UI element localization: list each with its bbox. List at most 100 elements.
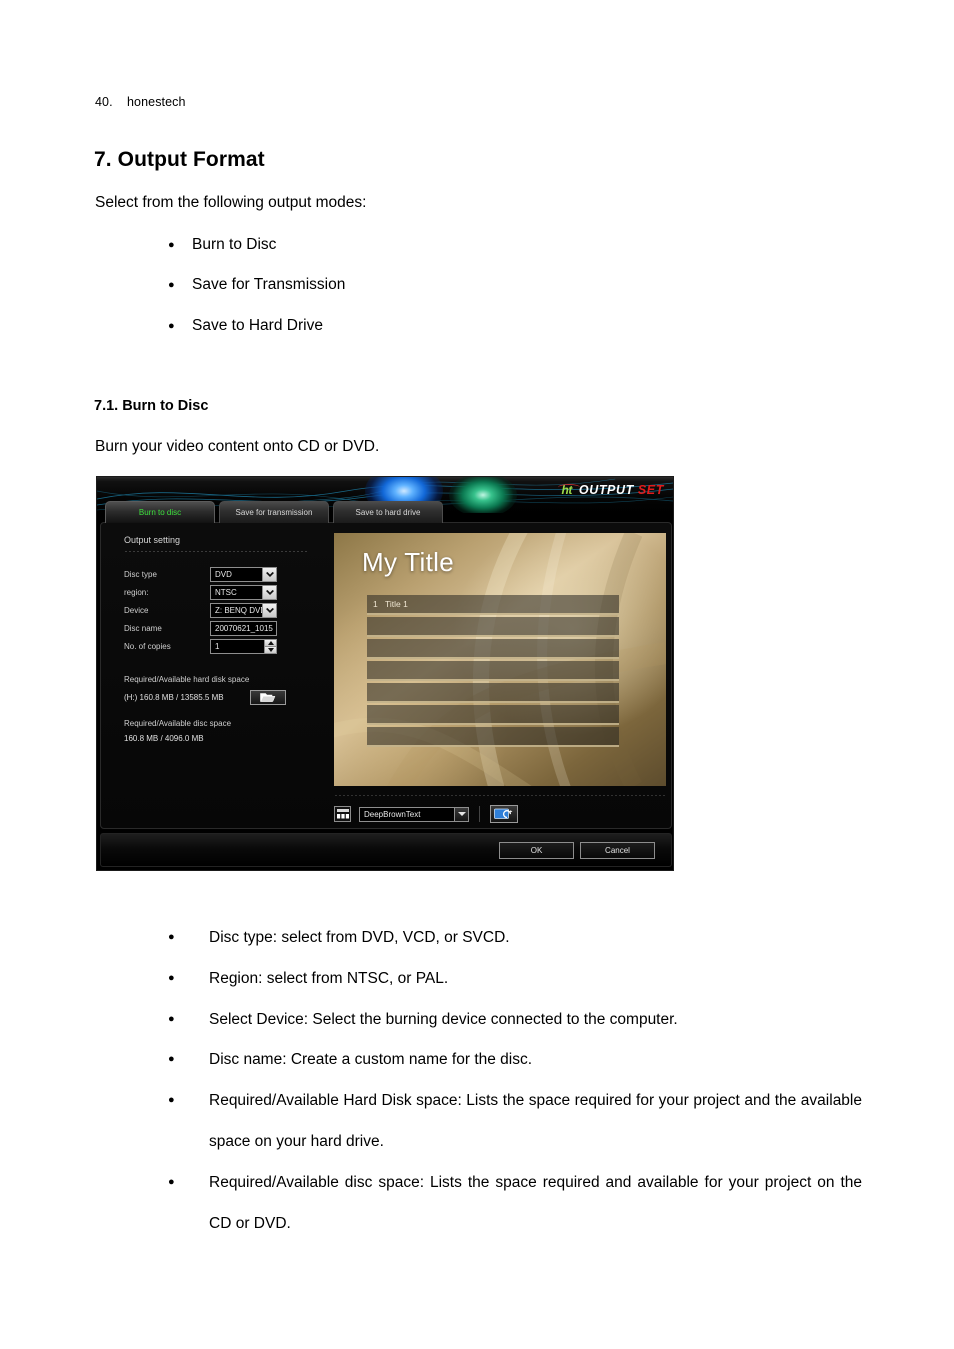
output-settings-form: Disc type DVD region: NTSC Device Z: BEN… [124, 567, 324, 657]
tab-save-to-hard-drive[interactable]: Save to hard drive [333, 501, 443, 523]
theme-value: DeepBrownText [364, 809, 421, 819]
dialog-footer: OK Cancel [100, 833, 672, 867]
app-logo: ht OUTPUT SET [557, 483, 664, 497]
bullet-icon: ● [168, 1013, 175, 1025]
bullet-icon: ● [168, 1176, 175, 1188]
list-item-label: Region: select from NTSC, or PAL. [209, 970, 449, 987]
list-item-label: Required/Available disc space: Lists the… [209, 1174, 862, 1232]
list-item: ● Save to Hard Drive [168, 316, 323, 337]
bullet-icon: ● [168, 320, 175, 332]
list-item: ● Required/Available disc space: Lists t… [168, 1162, 862, 1244]
tab-save-for-transmission[interactable]: Save for transmission [219, 501, 329, 523]
list-item: ● Burn to Disc [168, 235, 276, 256]
field-value: 20070621_1015 [215, 624, 273, 633]
hard-disk-space-value: (H:) 160.8 MB / 13585.5 MB [124, 693, 224, 702]
list-item-label: Select Device: Select the burning device… [209, 1011, 678, 1028]
device-dropdown[interactable]: Z: BENQ DVD D [210, 603, 277, 618]
ht-logo-mark: ht [557, 483, 580, 497]
list-item-label: Required/Available Hard Disk space: List… [209, 1092, 862, 1150]
field-label: No. of copies [124, 642, 171, 651]
grid-layout-button[interactable] [334, 806, 351, 822]
field-disc-type: Disc type DVD [124, 567, 324, 584]
tab-bar: Burn to disc Save for transmission Save … [105, 501, 443, 523]
list-item-label: Burn to Disc [192, 236, 277, 253]
chevron-down-icon[interactable] [262, 568, 276, 581]
region-dropdown[interactable]: NTSC [210, 585, 277, 600]
list-item-label: Save for Transmission [192, 276, 346, 293]
section-intro: Select from the following output modes: [95, 194, 367, 211]
chevron-down-icon[interactable] [265, 647, 276, 653]
subsection-intro: Burn your video content onto CD or DVD. [95, 438, 380, 455]
bullet-icon: ● [168, 1094, 175, 1106]
cancel-button[interactable]: Cancel [580, 841, 655, 859]
theme-dropdown[interactable]: DeepBrownText [359, 806, 469, 822]
menu-row[interactable] [367, 705, 619, 725]
menu-row[interactable] [367, 661, 619, 681]
chevron-down-icon[interactable] [454, 807, 468, 821]
field-value: 1 [215, 642, 220, 651]
menu-row[interactable] [367, 683, 619, 703]
list-item-label: Disc name: Create a custom name for the … [209, 1051, 533, 1068]
preview-toolbar: DeepBrownText [334, 805, 518, 823]
space-info-block: Required/Available hard disk space (H:) … [124, 675, 364, 743]
hard-disk-space-label: Required/Available hard disk space [124, 675, 250, 684]
chevron-down-icon[interactable] [262, 604, 276, 617]
bullet-icon: ● [168, 279, 175, 291]
menu-row[interactable] [367, 617, 619, 637]
field-label: region: [124, 588, 149, 597]
logo-word-output: OUTPUT [578, 483, 634, 497]
subsection-heading: 7.1. Burn to Disc [94, 398, 209, 414]
document-page: 40. honestech 7. Output Format Select fro… [0, 0, 954, 1349]
disc-space-label: Required/Available disc space [124, 719, 232, 728]
preview-menu-list: 1 Title 1 [367, 595, 619, 749]
list-item: ● Region: select from NTSC, or PAL. [168, 958, 862, 999]
page-number: 40. [95, 95, 113, 109]
field-value: DVD [215, 570, 232, 579]
field-label: Disc name [124, 624, 162, 633]
menu-row-label: Title 1 [385, 599, 408, 609]
disc-type-dropdown[interactable]: DVD [210, 567, 277, 582]
output-setting-title: Output setting [124, 535, 181, 545]
brand-name: honestech [127, 95, 186, 109]
preview-title: My Title [362, 547, 454, 577]
field-label: Disc type [124, 570, 157, 579]
application-screenshot: ht OUTPUT SET Burn to disc Save for tran… [96, 476, 674, 871]
section-heading: 7. Output Format [94, 148, 265, 171]
field-label: Device [124, 606, 149, 615]
grid-layout-icon [336, 809, 349, 819]
chevron-up-icon[interactable] [265, 640, 276, 647]
field-value: NTSC [215, 588, 237, 597]
list-item: ● Disc name: Create a custom name for th… [168, 1039, 862, 1080]
bullet-icon: ● [168, 972, 175, 984]
field-value: Z: BENQ DVD D [215, 606, 262, 615]
divider [124, 551, 309, 552]
menu-row-number: 1 [373, 599, 378, 609]
bullet-icon: ● [168, 239, 175, 251]
list-item-label: Save to Hard Drive [192, 317, 323, 334]
list-item: ● Select Device: Select the burning devi… [168, 999, 862, 1040]
bullet-icon: ● [168, 931, 175, 943]
disc-name-input[interactable]: 20070621_1015 [210, 621, 277, 636]
ok-button[interactable]: OK [499, 841, 574, 859]
list-item: ● Required/Available Hard Disk space: Li… [168, 1080, 862, 1162]
copies-stepper[interactable]: 1 [210, 639, 277, 654]
list-item-label: Disc type: select from DVD, VCD, or SVCD… [209, 929, 510, 946]
divider [334, 795, 666, 796]
disc-space-value: 160.8 MB / 4096.0 MB [124, 734, 204, 743]
menu-preview[interactable]: My Title 1 Title 1 [334, 533, 666, 786]
menu-row[interactable] [367, 727, 619, 747]
preview-refresh-button[interactable] [490, 805, 518, 823]
menu-row[interactable]: 1 Title 1 [367, 595, 619, 615]
app-body-panel: Output setting Disc type DVD region: NTS… [100, 522, 672, 829]
preview-refresh-icon [494, 808, 513, 819]
bullet-icon: ● [168, 1053, 175, 1065]
field-device: Device Z: BENQ DVD D [124, 603, 324, 620]
stepper-arrows[interactable] [264, 640, 276, 653]
tab-burn-to-disc[interactable]: Burn to disc [105, 501, 215, 523]
chevron-down-icon[interactable] [262, 586, 276, 599]
logo-word-set: SET [637, 483, 664, 497]
browse-folder-button[interactable] [249, 690, 286, 705]
divider [479, 806, 480, 822]
menu-row[interactable] [367, 639, 619, 659]
field-no-of-copies: No. of copies 1 [124, 639, 324, 656]
